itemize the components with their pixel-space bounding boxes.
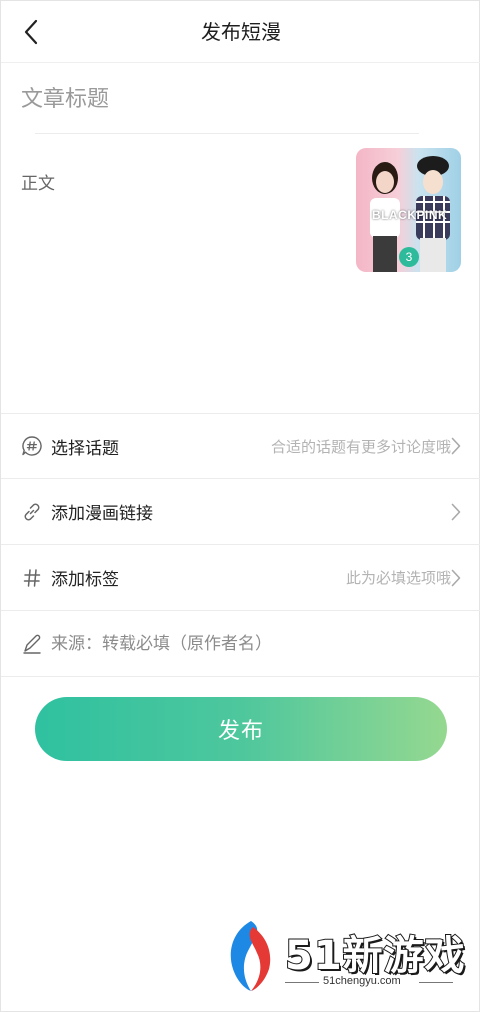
image-thumbnail[interactable]: BLACKPINK 3 (356, 148, 461, 272)
source-input[interactable] (51, 628, 451, 659)
watermark-logo-icon (230, 921, 271, 991)
top-bar: 发布短漫 (1, 1, 480, 63)
site-watermark: 51新游戏 51chengyu.com (223, 917, 466, 993)
hashtag-icon (21, 567, 43, 589)
link-icon (21, 501, 43, 523)
page-title: 发布短漫 (201, 20, 281, 44)
comic-link-label: 添加漫画链接 (51, 504, 153, 524)
topic-hint: 合适的话题有更多讨论度哦 (270, 437, 451, 456)
watermark-rule-left (285, 982, 319, 983)
chevron-right-icon (449, 569, 463, 587)
watermark-brand: 51新游戏 (284, 932, 466, 980)
select-topic-row[interactable]: 选择话题 合适的话题有更多讨论度哦 (1, 413, 480, 479)
watermark-url: 51chengyu.com (323, 975, 401, 987)
title-divider (35, 133, 419, 134)
article-title-input[interactable] (21, 79, 421, 119)
article-body-input[interactable] (21, 169, 341, 399)
image-count-badge: 3 (399, 247, 419, 267)
chevron-right-icon (449, 437, 463, 455)
tags-hint: 此为必填选项哦 (345, 569, 451, 587)
watermark-rule-right (419, 982, 453, 983)
thumbnail-caption: BLACKPINK (372, 208, 448, 222)
tags-label: 添加标签 (51, 570, 119, 590)
add-tags-row[interactable]: 添加标签 此为必填选项哦 (1, 545, 480, 611)
chevron-right-icon (449, 503, 463, 521)
add-comic-link-row[interactable]: 添加漫画链接 (1, 479, 480, 545)
screen-frame: 发布短漫 BLACKPINK 3 选择话题 (0, 0, 480, 1012)
topic-bubble-icon (21, 435, 43, 457)
pen-icon (21, 633, 43, 655)
publish-button[interactable]: 发布 (35, 697, 447, 761)
source-row (1, 611, 480, 677)
topic-label: 选择话题 (51, 438, 119, 459)
